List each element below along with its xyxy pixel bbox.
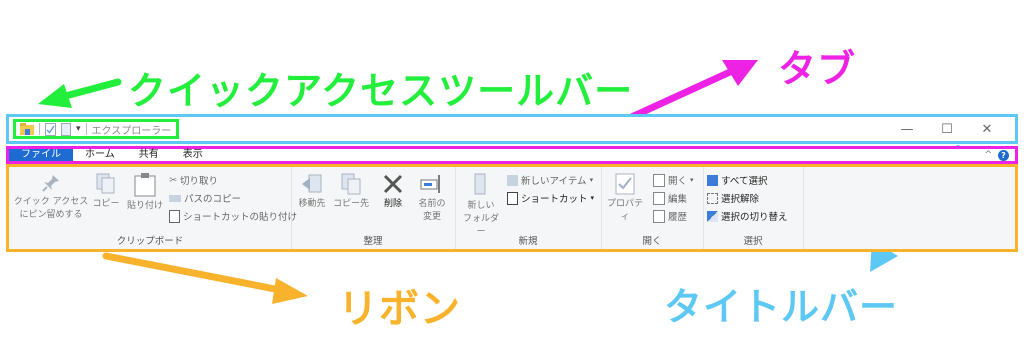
customize-dropdown-icon[interactable]: ▾	[76, 124, 81, 134]
ribbon-arrow	[102, 252, 308, 304]
chevron-down-icon: ▾	[590, 194, 595, 202]
qat-separator	[39, 123, 40, 135]
new-group-label: 新規	[518, 236, 538, 247]
open-group-label: 開く	[642, 236, 662, 247]
copy-path-button[interactable]: パスのコピー	[169, 191, 241, 205]
history-button[interactable]: 履歴	[653, 209, 687, 223]
properties-button[interactable]: プロパティ	[603, 173, 647, 224]
qat-arrow	[38, 78, 122, 108]
copy-to-icon	[341, 173, 361, 195]
close-button[interactable]: ✕	[967, 120, 1007, 138]
pin-quick-access-button[interactable]: クイック アクセス にピン留めする	[13, 173, 89, 222]
new-folder-icon	[474, 173, 486, 195]
organize-group: 移動先 コピー先 削除 名前の 変更 整理	[291, 167, 456, 249]
rename-button[interactable]: 名前の 変更	[415, 173, 449, 224]
copy-to-button[interactable]: コピー先	[333, 173, 369, 211]
invert-selection-icon	[707, 210, 718, 222]
ribbon: クイック アクセス にピン留めする コピー 貼り付け ✂ 切り取り パスのコピー…	[6, 164, 1018, 252]
help-area: ^ ?	[984, 149, 1009, 161]
tab-home[interactable]: ホーム	[73, 149, 127, 161]
tab-file[interactable]: ファイル	[9, 149, 73, 161]
scissors-icon: ✂	[169, 174, 177, 186]
copy-icon	[96, 173, 115, 194]
titlebar-annotation: タイトルバー	[664, 285, 899, 329]
rename-icon	[420, 175, 440, 193]
title-bar: ▾ エクスプローラー — ☐ ✕	[6, 114, 1018, 144]
chevron-down-icon: ▾	[690, 176, 694, 184]
shortcut-icon	[507, 191, 518, 205]
new-item-button[interactable]: 新しいアイテム ▾	[507, 173, 593, 187]
tab-view[interactable]: 表示	[171, 149, 215, 161]
select-none-icon	[707, 192, 718, 204]
cut-button[interactable]: ✂ 切り取り	[169, 173, 218, 188]
quick-access-toolbar: ▾ エクスプローラー	[13, 119, 179, 139]
paste-shortcut-button[interactable]: ショートカットの貼り付け	[169, 209, 297, 223]
qat-annotation: クイックアクセスツールバー	[128, 69, 634, 113]
ribbon-annotation: リボン	[338, 286, 461, 332]
window-title: エクスプローラー	[91, 125, 172, 137]
ribbon-tab-bar: ファイル ホーム 共有 表示 ^ ?	[6, 146, 1018, 164]
shortcut-paste-icon	[169, 209, 180, 223]
path-icon	[169, 194, 181, 202]
open-group: プロパティ 開く ▾ 編集 履歴 開く	[601, 167, 704, 249]
help-icon[interactable]: ?	[998, 149, 1009, 161]
select-group: すべて選択 選択解除 選択の切り替え 選択	[703, 167, 804, 249]
select-group-label: 選択	[743, 236, 763, 247]
delete-x-icon	[383, 174, 403, 194]
edit-icon	[653, 191, 665, 205]
tab-share[interactable]: 共有	[127, 149, 171, 161]
open-icon	[653, 173, 665, 187]
select-none-button[interactable]: 選択解除	[707, 191, 759, 205]
clipboard-icon	[134, 173, 156, 197]
new-folder-icon[interactable]	[61, 122, 71, 136]
delete-button[interactable]: 削除	[379, 173, 407, 211]
maximize-button[interactable]: ☐	[927, 120, 967, 138]
folder-icon[interactable]	[20, 123, 34, 135]
copy-button[interactable]: コピー	[91, 173, 121, 211]
properties-check-icon	[615, 173, 635, 195]
select-all-button[interactable]: すべて選択	[707, 173, 767, 187]
clipboard-group-label: クリップボード	[116, 236, 184, 247]
new-item-icon	[507, 174, 518, 186]
window-controls: — ☐ ✕	[887, 120, 1007, 138]
move-to-icon	[302, 174, 322, 193]
paste-button[interactable]: 貼り付け	[125, 173, 165, 213]
properties-icon[interactable]	[45, 122, 56, 136]
tab-annotation: タブ	[778, 47, 857, 91]
chevron-down-icon: ▾	[589, 176, 594, 184]
new-folder-button[interactable]: 新しい フォルダー	[461, 173, 501, 239]
clipboard-group: クイック アクセス にピン留めする コピー 貼り付け ✂ 切り取り パスのコピー…	[9, 167, 297, 249]
qat-separator	[85, 123, 87, 135]
edit-button[interactable]: 編集	[653, 191, 687, 205]
minimize-button[interactable]: —	[887, 120, 927, 138]
invert-selection-button[interactable]: 選択の切り替え	[707, 209, 788, 223]
organize-group-label: 整理	[363, 236, 383, 247]
pin-icon	[42, 175, 59, 192]
history-icon	[653, 209, 665, 223]
select-all-icon	[707, 174, 718, 186]
collapse-ribbon-icon[interactable]: ^	[984, 150, 992, 160]
easy-access-shortcut-button[interactable]: ショートカット ▾	[507, 191, 594, 205]
new-group: 新しい フォルダー 新しいアイテム ▾ ショートカット ▾ 新規	[455, 167, 602, 249]
move-to-button[interactable]: 移動先	[295, 173, 329, 211]
open-button[interactable]: 開く ▾	[653, 173, 694, 187]
